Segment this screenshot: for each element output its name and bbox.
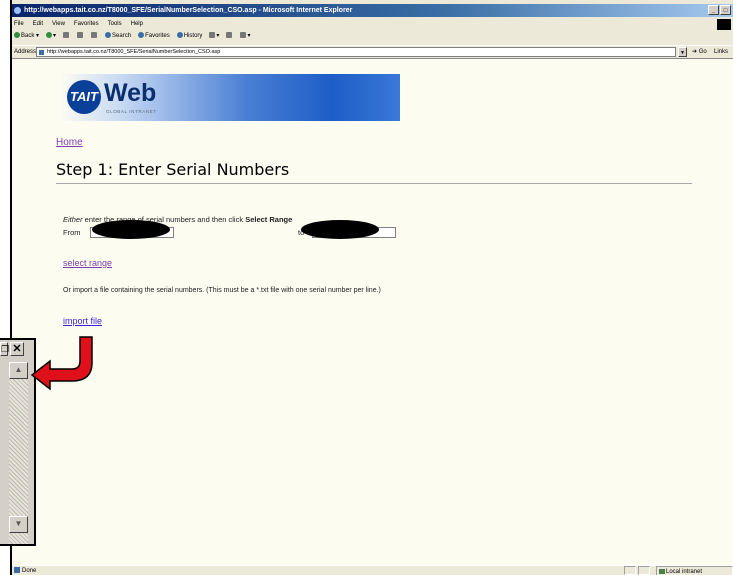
page-content: TAIT Web GLOBAL INTRANET Home Step 1: En… bbox=[12, 58, 733, 565]
history-button[interactable]: History bbox=[176, 30, 202, 42]
toolbar: Back ▾ ▾ Search Favorites History ▾ ▾ bbox=[12, 30, 733, 42]
home-link[interactable]: Home bbox=[56, 137, 83, 148]
restore-button[interactable]: ❐ bbox=[0, 342, 10, 356]
favorites-button[interactable]: Favorites bbox=[138, 30, 170, 42]
scroll-down-icon: ▼ bbox=[14, 519, 23, 528]
from-label: From bbox=[63, 228, 81, 237]
range-instructions: Either enter the range of serial numbers… bbox=[63, 215, 292, 224]
address-value: http://webapps.tait.co.nz/T8000_SFE/Seri… bbox=[47, 49, 221, 55]
go-button[interactable]: ➔ Go bbox=[692, 46, 707, 58]
browser-window: http://webapps.tait.co.nz/T8000_SFE/Seri… bbox=[10, 0, 733, 575]
close-button[interactable]: ✕ bbox=[10, 342, 24, 356]
ie-status-icon bbox=[14, 567, 20, 574]
minimize-button[interactable]: _ bbox=[708, 5, 719, 15]
mail-icon bbox=[209, 32, 216, 39]
home-button[interactable] bbox=[91, 30, 98, 42]
window-title: http://webapps.tait.co.nz/T8000_SFE/Seri… bbox=[24, 7, 353, 14]
title-bar: http://webapps.tait.co.nz/T8000_SFE/Seri… bbox=[12, 4, 733, 17]
mail-button[interactable]: ▾ bbox=[209, 30, 219, 42]
banner-subtitle: GLOBAL INTRANET bbox=[106, 109, 157, 114]
ie-icon bbox=[14, 7, 21, 14]
import-instructions: Or import a file containing the serial n… bbox=[63, 287, 381, 294]
security-zone: Local intranet bbox=[656, 566, 733, 575]
tait-web-banner: TAIT Web GLOBAL INTRANET bbox=[60, 74, 400, 121]
redaction-mark bbox=[301, 220, 379, 239]
page-title: Step 1: Enter Serial Numbers bbox=[56, 160, 290, 179]
windows-logo-icon bbox=[717, 19, 731, 30]
import-file-link[interactable]: import file bbox=[63, 316, 102, 326]
zone-label: Local intranet bbox=[666, 569, 703, 575]
menu-bar: File Edit View Favorites Tools Help bbox=[12, 19, 733, 30]
scroll-up-icon: ▲ bbox=[14, 365, 23, 374]
tait-logo-text: TAIT bbox=[70, 89, 98, 104]
back-button[interactable]: Back ▾ bbox=[14, 30, 39, 42]
search-icon bbox=[105, 32, 112, 39]
window-controls: _ □ bbox=[708, 5, 731, 15]
menu-view[interactable]: View bbox=[52, 19, 65, 29]
stop-icon bbox=[63, 32, 70, 39]
status-pane bbox=[638, 566, 650, 575]
select-range-link[interactable]: select range bbox=[63, 258, 112, 268]
edit-button[interactable]: ▾ bbox=[240, 30, 250, 42]
page-icon bbox=[39, 50, 44, 55]
menu-file[interactable]: File bbox=[14, 19, 24, 29]
title-divider bbox=[56, 183, 692, 184]
stop-button[interactable] bbox=[63, 30, 70, 42]
scroll-down-button[interactable]: ▼ bbox=[9, 516, 28, 533]
menu-help[interactable]: Help bbox=[131, 19, 143, 29]
status-text: Done bbox=[14, 566, 36, 575]
back-arrow-icon bbox=[14, 32, 20, 39]
refresh-button[interactable] bbox=[77, 30, 84, 42]
home-icon bbox=[91, 32, 98, 39]
menu-edit[interactable]: Edit bbox=[33, 19, 43, 29]
refresh-icon bbox=[77, 32, 84, 39]
print-icon bbox=[226, 32, 233, 39]
status-bar: Done Local intranet bbox=[12, 565, 733, 575]
arrow-shape bbox=[30, 336, 93, 391]
tait-logo: TAIT bbox=[67, 80, 101, 114]
forward-arrow-icon bbox=[46, 32, 53, 39]
close-icon: ✕ bbox=[12, 343, 22, 355]
red-curved-arrow-icon bbox=[30, 336, 93, 391]
scroll-up-button[interactable]: ▲ bbox=[9, 362, 28, 379]
intranet-zone-icon bbox=[659, 569, 665, 574]
maximize-button[interactable]: □ bbox=[720, 5, 731, 15]
address-bar: Address http://webapps.tait.co.nz/T8000_… bbox=[12, 45, 733, 57]
redaction-mark bbox=[92, 220, 170, 239]
history-icon bbox=[176, 32, 183, 39]
address-input[interactable]: http://webapps.tait.co.nz/T8000_SFE/Seri… bbox=[36, 47, 676, 57]
forward-button[interactable]: ▾ bbox=[46, 30, 56, 42]
banner-title: Web bbox=[104, 79, 157, 107]
status-pane bbox=[624, 566, 636, 575]
address-dropdown-button[interactable]: ▼ bbox=[678, 47, 687, 57]
status-panes bbox=[624, 566, 650, 575]
menu-tools[interactable]: Tools bbox=[108, 19, 122, 29]
instruction-bold: Select Range bbox=[245, 215, 293, 224]
favorites-icon bbox=[138, 32, 145, 39]
menu-favorites[interactable]: Favorites bbox=[74, 19, 99, 29]
edit-icon bbox=[240, 32, 247, 39]
links-button[interactable]: Links bbox=[714, 46, 728, 58]
search-button[interactable]: Search bbox=[105, 30, 131, 42]
instruction-prefix: Either bbox=[63, 215, 83, 224]
restore-icon: ❐ bbox=[1, 344, 10, 354]
print-button[interactable] bbox=[226, 30, 233, 42]
address-label: Address bbox=[14, 49, 37, 55]
